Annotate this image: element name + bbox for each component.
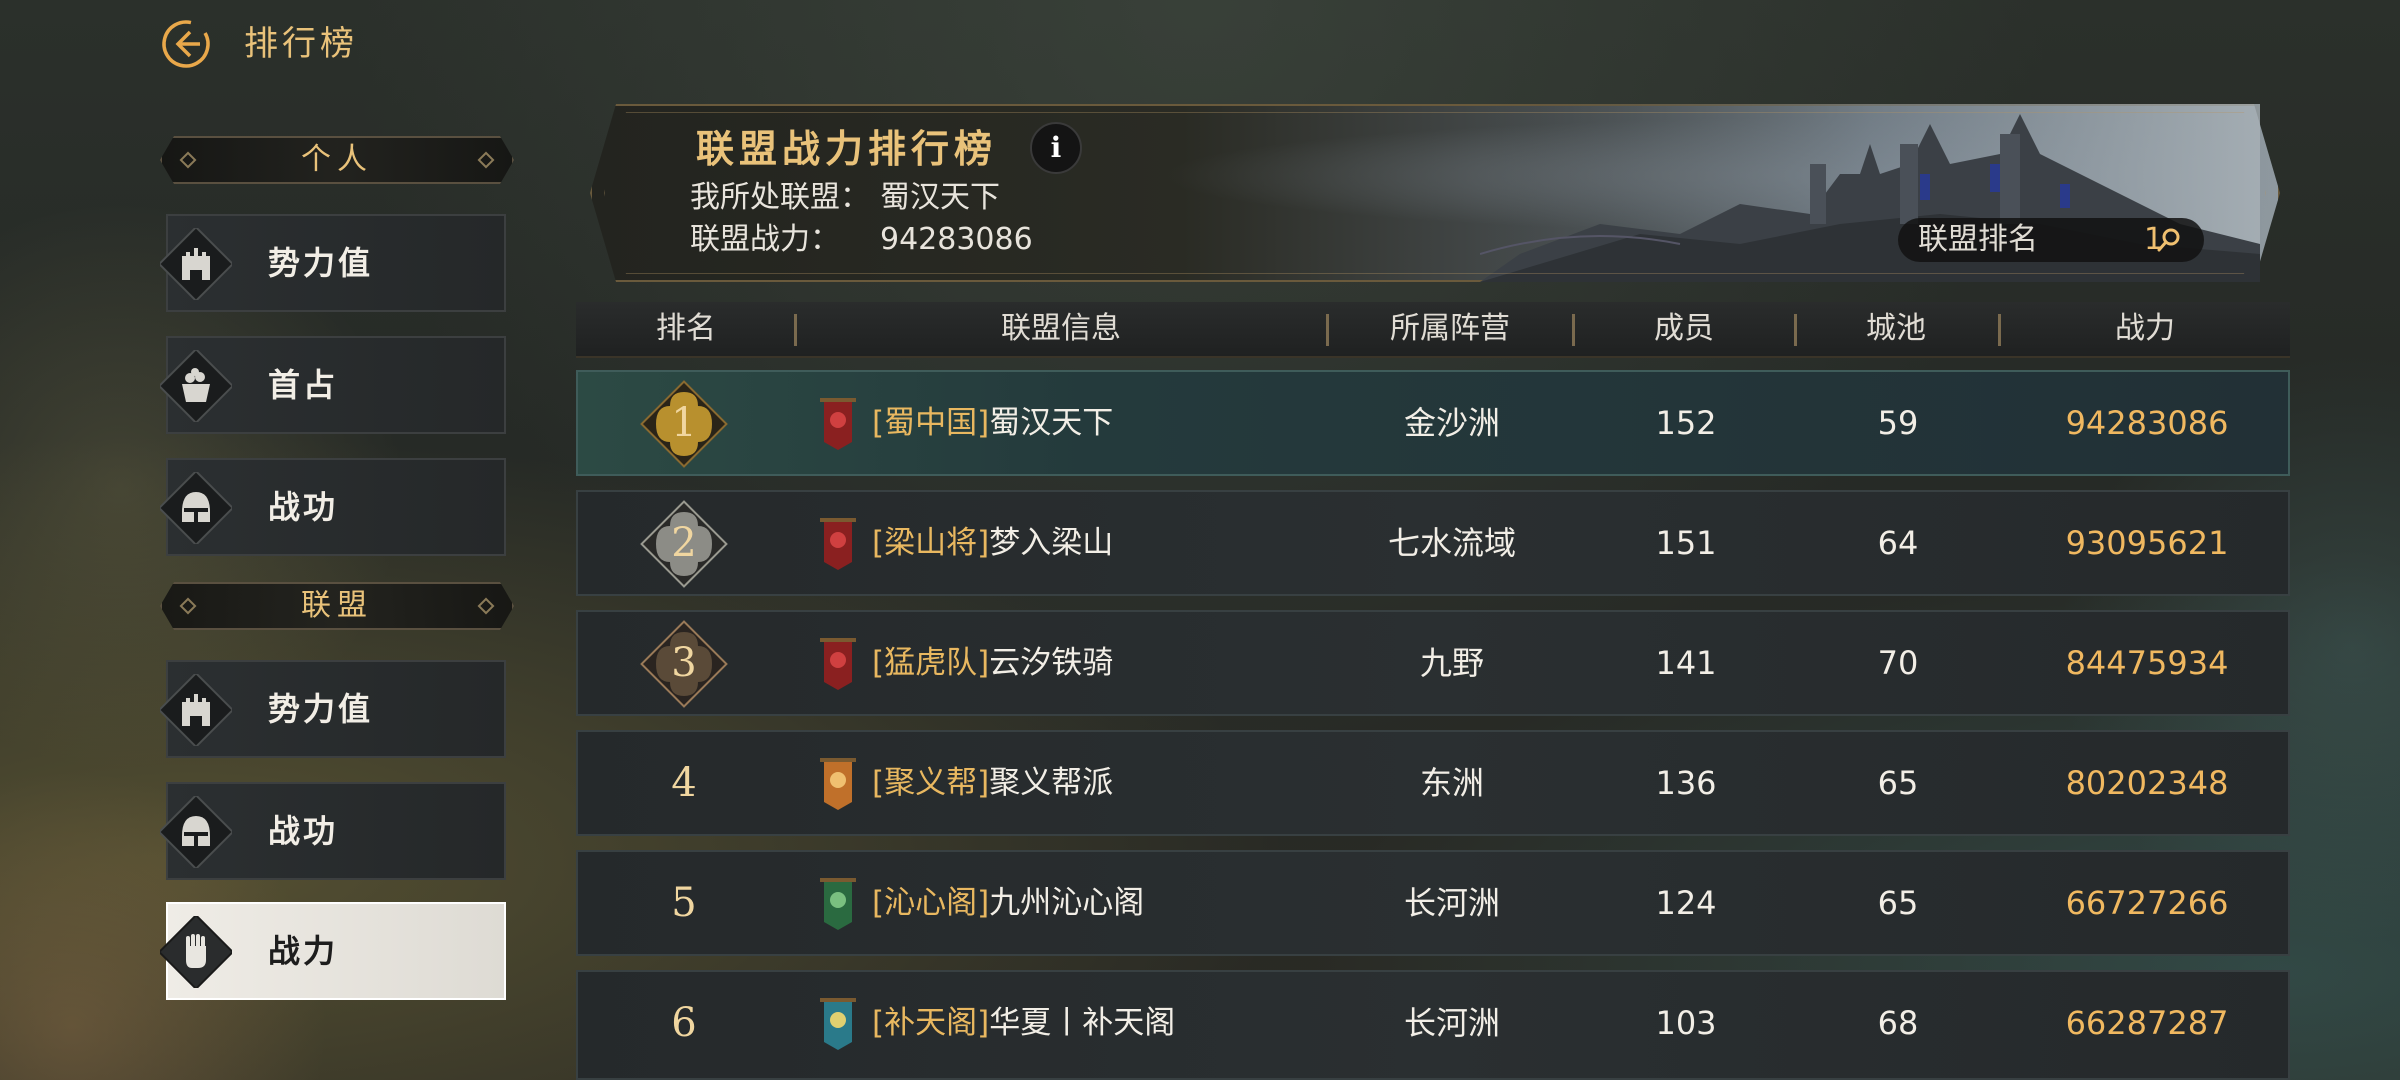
members-cell: 151 — [1655, 524, 1717, 562]
header-camp: 所属阵营 — [1390, 311, 1510, 346]
rank-number: 5 — [671, 880, 697, 926]
camp-cell: 长河洲 — [1403, 884, 1500, 922]
cities-cell: 65 — [1877, 884, 1919, 922]
table-row[interactable]: 2 [梁山将]梦入梁山 七水流域 151 64 93095621 — [576, 490, 2290, 596]
power-cell: 84475934 — [2065, 644, 2229, 682]
power-cell: 94283086 — [2065, 404, 2229, 442]
power-cell: 80202348 — [2065, 764, 2229, 802]
cities-cell: 68 — [1877, 1004, 1919, 1042]
members-cell: 136 — [1655, 764, 1717, 802]
alliance-tag: [猛虎队] — [872, 645, 990, 681]
alliance-tag: [沁心阁] — [872, 885, 990, 921]
nav-item-personal-first-occupy[interactable]: 首占 — [160, 336, 506, 434]
my-alliance-line: 我所处联盟： 蜀汉天下 — [690, 178, 1000, 218]
alliance-rank-search[interactable]: 联盟排名 1 — [1898, 218, 2204, 262]
alliance-power-value: 94283086 — [880, 222, 1033, 257]
alliance-flag-icon — [820, 758, 856, 810]
header-members: 成员 — [1654, 311, 1714, 346]
fist-icon — [160, 916, 232, 988]
alliance-tag: [补天阁] — [872, 1005, 990, 1041]
alliance-name: 九州沁心阁 — [989, 885, 1145, 921]
camp-cell: 东洲 — [1419, 764, 1484, 802]
nav-item-label: 势力值 — [268, 244, 374, 282]
banner-title: 联盟战力排行榜 — [696, 127, 998, 171]
castle-icon — [160, 228, 232, 300]
cities-cell: 70 — [1877, 644, 1919, 682]
alliance-flag-icon — [820, 518, 856, 570]
table-row[interactable]: 4 [聚义帮]聚义帮派 东洲 136 65 80202348 — [576, 730, 2290, 836]
nav-item-personal-influence[interactable]: 势力值 — [160, 214, 506, 312]
search-icon — [2157, 228, 2180, 252]
helmet-icon — [160, 796, 232, 868]
nav-header-personal: 个人 — [160, 136, 514, 184]
treasure-icon — [160, 350, 232, 422]
nav-item-label: 战力 — [268, 932, 339, 970]
camp-cell: 九野 — [1419, 644, 1484, 682]
rank-number: 2 — [671, 520, 697, 566]
cities-cell: 65 — [1877, 764, 1919, 802]
rank-number: 4 — [671, 760, 697, 806]
rank-number: 3 — [671, 640, 697, 686]
camp-cell: 七水流域 — [1387, 524, 1516, 562]
nav-item-label: 战功 — [268, 812, 339, 850]
table-row[interactable]: 5 [沁心阁]九州沁心阁 长河洲 124 65 66727266 — [576, 850, 2290, 956]
alliance-tag: [蜀中国] — [872, 405, 990, 441]
cities-cell: 64 — [1877, 524, 1919, 562]
alliance-name: 华夏丨补天阁 — [989, 1005, 1176, 1041]
helmet-icon — [160, 472, 232, 544]
cities-cell: 59 — [1877, 404, 1919, 442]
castle-icon — [160, 674, 232, 746]
members-cell: 103 — [1655, 1004, 1717, 1042]
nav-item-label: 势力值 — [268, 690, 374, 728]
header-alliance-info: 联盟信息 — [1001, 311, 1121, 346]
members-cell: 152 — [1655, 404, 1717, 442]
rank-number: 6 — [671, 1000, 697, 1046]
alliance-flag-icon — [820, 998, 856, 1050]
alliance-power-label: 联盟战力： — [690, 222, 840, 257]
alliance-flag-icon — [820, 398, 856, 450]
header-power: 战力 — [2115, 311, 2175, 346]
nav-item-label: 战功 — [268, 488, 339, 526]
table-row[interactable]: 3 [猛虎队]云汐铁骑 九野 141 70 84475934 — [576, 610, 2290, 716]
alliance-flag-icon — [820, 638, 856, 690]
power-cell: 66727266 — [2065, 884, 2229, 922]
page-title: 排行榜 — [244, 24, 358, 64]
alliance-flag-icon — [820, 878, 856, 930]
nav-item-alliance-power[interactable]: 战力 — [160, 902, 506, 1000]
table-header: 排名 联盟信息 所属阵营 成员 城池 战力 — [576, 302, 2290, 358]
camp-cell: 金沙洲 — [1403, 404, 1500, 442]
alliance-power-line: 联盟战力： 94283086 — [690, 220, 1033, 260]
table-row[interactable]: 1 [蜀中国]蜀汉天下 金沙洲 152 59 94283086 — [576, 370, 2290, 476]
info-icon: i — [1050, 131, 1062, 164]
alliance-tag: [聚义帮] — [872, 765, 990, 801]
nav-item-alliance-merit[interactable]: 战功 — [160, 782, 506, 880]
alliance-name: 聚义帮派 — [989, 765, 1114, 801]
power-cell: 66287287 — [2065, 1004, 2229, 1042]
alliance-name: 梦入梁山 — [989, 525, 1114, 561]
alliance-name: 蜀汉天下 — [989, 405, 1114, 441]
nav-header-alliance: 联盟 — [160, 582, 514, 630]
nav-item-personal-merit[interactable]: 战功 — [160, 458, 506, 556]
my-alliance-value: 蜀汉天下 — [880, 180, 1000, 215]
info-button[interactable]: i — [1030, 122, 1082, 174]
header-rank: 排名 — [656, 311, 716, 346]
members-cell: 141 — [1655, 644, 1717, 682]
rank-number: 1 — [671, 400, 697, 446]
table-row[interactable]: 6 [补天阁]华夏丨补天阁 长河洲 103 68 66287287 — [576, 970, 2290, 1080]
nav-item-label: 首占 — [268, 366, 339, 404]
members-cell: 124 — [1655, 884, 1717, 922]
back-arrow-icon[interactable] — [160, 18, 212, 70]
alliance-name: 云汐铁骑 — [989, 645, 1114, 681]
header-cities: 城池 — [1866, 311, 1926, 346]
alliance-rank-label: 联盟排名 — [1918, 222, 2038, 257]
alliance-tag: [梁山将] — [872, 525, 990, 561]
my-alliance-label: 我所处联盟： — [690, 180, 870, 215]
power-cell: 93095621 — [2065, 524, 2229, 562]
nav-item-alliance-influence[interactable]: 势力值 — [160, 660, 506, 758]
camp-cell: 长河洲 — [1403, 1004, 1500, 1042]
